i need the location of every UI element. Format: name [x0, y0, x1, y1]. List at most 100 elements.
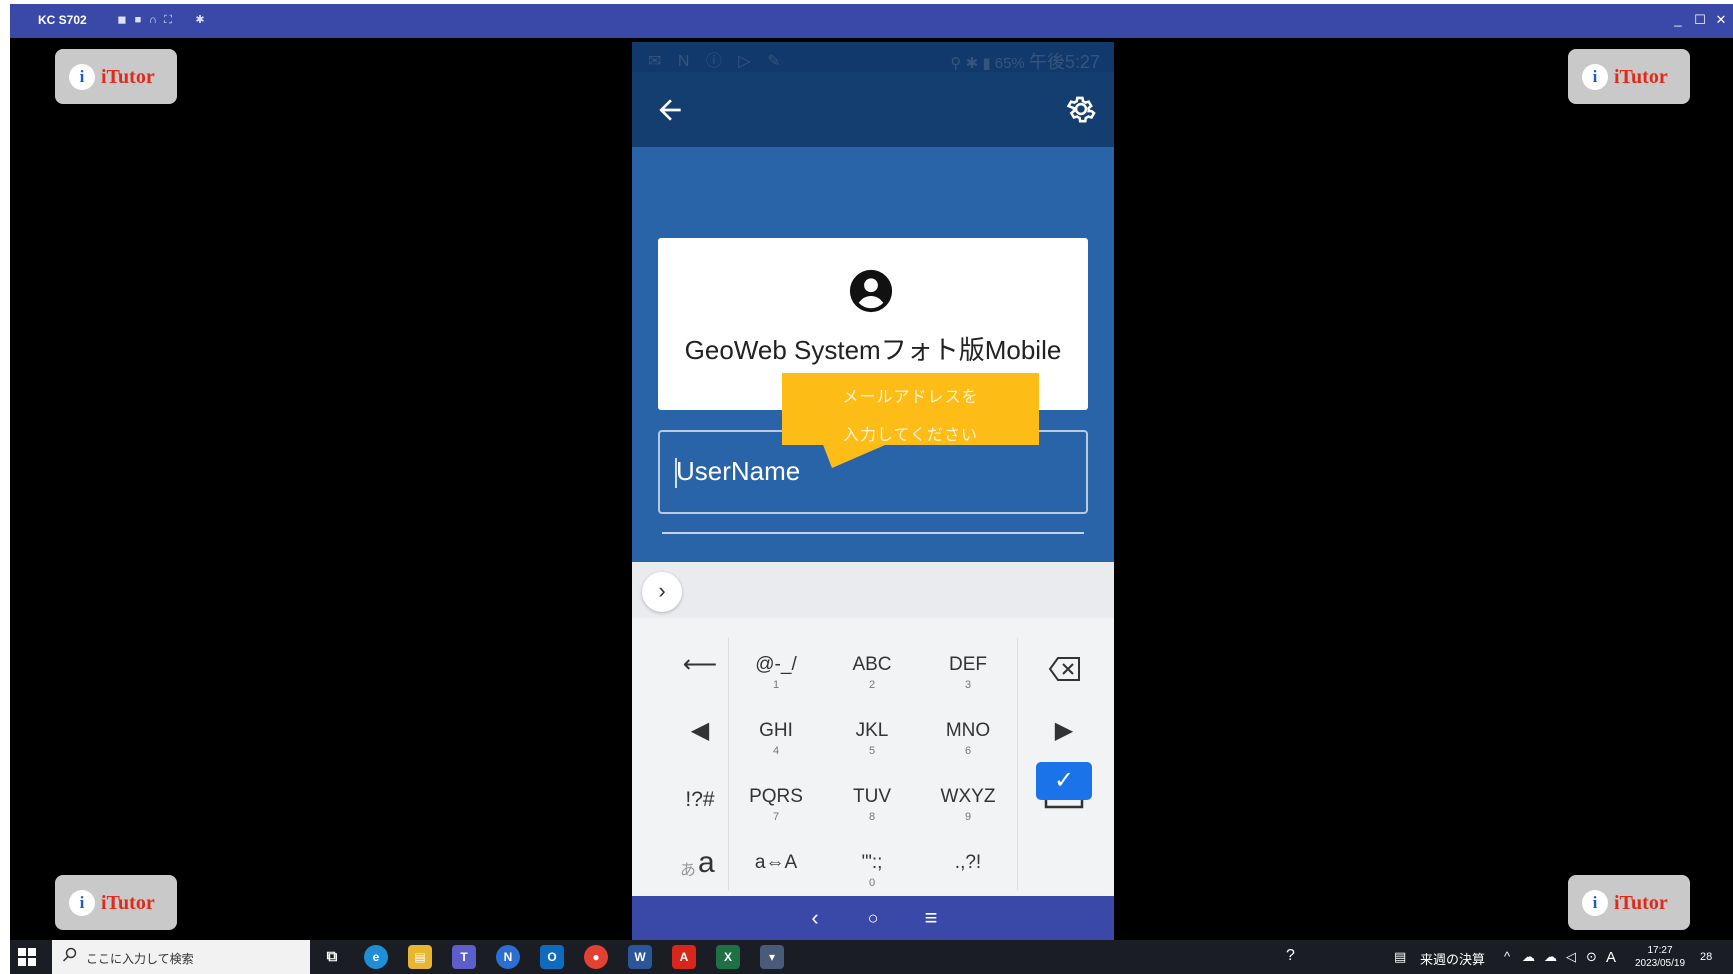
instruction-callout: メールアドレスを 入力してください: [782, 373, 1039, 445]
chrome-icon[interactable]: ●: [584, 945, 608, 969]
key-sub-label: 6: [964, 745, 972, 757]
fullscreen-icon[interactable]: ⛶: [162, 14, 174, 26]
punctuation-key[interactable]: .,?!: [920, 836, 1016, 902]
app-title: GeoWeb Systemフォト版Mobile: [684, 335, 1062, 365]
backspace-icon: [1048, 657, 1080, 681]
cloud-icon[interactable]: ☁: [1544, 949, 1557, 965]
key-3[interactable]: DEF 3: [920, 638, 1016, 704]
key-main-label: a⇔A: [754, 852, 798, 873]
search-placeholder: ここに入力して検索: [86, 952, 194, 966]
itutor-logo-icon: i: [1582, 890, 1608, 916]
key-2[interactable]: ABC 2: [824, 638, 920, 704]
android-nav-bar: ‹ ○ ≡: [632, 896, 1114, 940]
app-n-icon[interactable]: N: [496, 945, 520, 969]
bluetooth-icon: ✱: [965, 55, 979, 72]
key-6[interactable]: MNO 6: [920, 704, 1016, 770]
search-icon: [62, 947, 77, 962]
key-sub-label: 9: [964, 811, 972, 823]
file-explorer-icon[interactable]: ▤: [408, 945, 432, 969]
window-title: KC S702: [38, 13, 87, 27]
signal-icon: ▮: [982, 55, 991, 72]
volume-muted-icon[interactable]: ◁: [1566, 949, 1576, 965]
enter-check-button[interactable]: ✓: [1036, 762, 1092, 800]
key-main-label: MNO: [945, 720, 991, 741]
nav-menu-icon[interactable]: ≡: [916, 904, 946, 932]
alpha-mode-label: a: [698, 846, 715, 879]
app-bar: [632, 72, 1114, 147]
ime-indicator[interactable]: A: [1606, 949, 1616, 966]
ime-mode-icon[interactable]: ⊙: [1586, 949, 1597, 965]
nav-home-icon[interactable]: ○: [858, 904, 888, 932]
key-sub-label: 2: [868, 679, 876, 691]
callout-line-1: メールアドレスを: [842, 389, 979, 406]
key-sub-label: 8: [868, 811, 876, 823]
itutor-logo-icon: i: [1582, 64, 1608, 90]
password-field-underline[interactable]: [662, 532, 1084, 534]
key-sub-label: 4: [772, 745, 780, 757]
headphones-icon[interactable]: ∩: [147, 14, 159, 26]
settings-gear-icon[interactable]: [1064, 92, 1098, 126]
key-8[interactable]: TUV 8: [824, 770, 920, 836]
backspace-key[interactable]: [1016, 638, 1112, 704]
maximize-button[interactable]: ☐: [1692, 12, 1708, 28]
key-main-label: TUV: [853, 786, 891, 807]
key-main-label: @-_/: [755, 654, 797, 675]
key-4[interactable]: GHI 4: [728, 704, 824, 770]
key-main-label: WXYZ: [940, 786, 996, 807]
itutor-label: iTutor: [1614, 892, 1668, 914]
mirroring-app-icon[interactable]: ▾: [760, 945, 784, 969]
chevron-right-icon[interactable]: ›: [642, 572, 682, 612]
help-icon[interactable]: ?: [1286, 947, 1295, 965]
clock-time: 17:27: [1647, 945, 1673, 956]
key-5[interactable]: JKL 5: [824, 704, 920, 770]
checkmark-icon: ✓: [1053, 767, 1075, 794]
excel-icon[interactable]: X: [716, 945, 740, 969]
taskbar-clock[interactable]: 17:27 2023/05/19: [1630, 944, 1690, 970]
clock-date: 2023/05/19: [1634, 958, 1686, 969]
key-0[interactable]: '":; 0: [824, 836, 920, 902]
windows-start-icon[interactable]: [18, 948, 36, 966]
close-button[interactable]: ✕: [1713, 12, 1729, 28]
itutor-logo-icon: i: [69, 64, 95, 90]
callout-pointer: [822, 442, 892, 468]
teams-icon[interactable]: T: [452, 945, 476, 969]
key-sub-label: 7: [772, 811, 780, 823]
minimize-button[interactable]: _: [1670, 12, 1686, 28]
task-view-icon[interactable]: ⧉: [320, 945, 344, 969]
itutor-logo-icon: i: [69, 890, 95, 916]
key-9[interactable]: WXYZ 9: [920, 770, 1016, 836]
itutor-label: iTutor: [1614, 66, 1668, 88]
status-right: ⚲ ✱ ▮ 65% 午後5:27: [950, 48, 1100, 74]
document-icon: ▤: [1394, 949, 1407, 964]
taskbar-search-box[interactable]: ここに入力して検索: [52, 940, 310, 974]
windows-taskbar: ここに入力して検索 ⧉ e ▤ T N O ● W A X ▾ ? ▤ 来週の決…: [10, 940, 1733, 974]
key-main-label: ABC: [852, 654, 892, 675]
nav-back-icon[interactable]: ‹: [800, 904, 830, 932]
window-titlebar: KC S702 ◼ ■ ∩ ⛶ ✱ _ ☐ ✕: [10, 4, 1733, 38]
key-1[interactable]: @-_/ 1: [728, 638, 824, 704]
word-icon[interactable]: W: [628, 945, 652, 969]
tray-document-label[interactable]: 来週の決算: [1420, 949, 1485, 968]
onedrive-icon[interactable]: ☁: [1522, 949, 1535, 965]
cursor-right-key[interactable]: ▶: [1016, 704, 1112, 770]
back-arrow-icon[interactable]: [654, 94, 686, 126]
notification-count[interactable]: 28: [1700, 951, 1712, 963]
video-icon[interactable]: ■: [132, 14, 144, 26]
case-toggle-key[interactable]: a⇔A: [728, 836, 824, 902]
status-icons: ✉ N ⓘ ▷ ✎: [648, 53, 787, 70]
battery-level: 65%: [994, 55, 1025, 72]
key-7[interactable]: PQRS 7: [728, 770, 824, 836]
gear-icon[interactable]: ✱: [194, 14, 206, 26]
outlook-icon[interactable]: O: [540, 945, 564, 969]
camera-icon[interactable]: ◼: [116, 14, 128, 26]
acrobat-icon[interactable]: A: [672, 945, 696, 969]
location-icon: ⚲: [950, 55, 962, 72]
key-sub-label: 0: [868, 877, 876, 889]
itutor-label: iTutor: [101, 66, 155, 88]
callout-line-2: 入力してください: [842, 427, 979, 444]
edge-icon[interactable]: e: [364, 945, 388, 969]
chevron-up-icon[interactable]: ^: [1504, 949, 1510, 964]
phone-screen: ✉ N ⓘ ▷ ✎ ⚲ ✱ ▮ 65% 午後5:27 GeoWeb System…: [632, 42, 1114, 940]
key-sub-label: 5: [868, 745, 876, 757]
status-bar: ✉ N ⓘ ▷ ✎ ⚲ ✱ ▮ 65% 午後5:27: [632, 42, 1114, 72]
